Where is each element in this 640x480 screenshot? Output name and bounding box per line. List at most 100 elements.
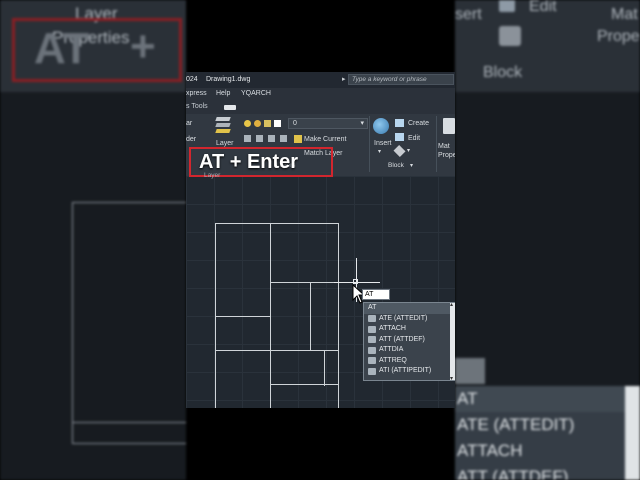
right-gray-box [455, 358, 485, 384]
right-blurred-panel: sert Edit Block Mat Prope AT ATE (ATTEDI… [455, 0, 640, 480]
autocomplete-item[interactable]: ATTREQ [364, 356, 455, 367]
sun-icon [254, 120, 261, 127]
ribbon-left-fragment: der [186, 136, 197, 143]
right-list-item: ATE (ATTEDIT) [457, 415, 575, 434]
layer-dropdown[interactable]: 0 ▾ [288, 118, 368, 129]
layer-tool-icon [244, 135, 251, 142]
make-current-button[interactable]: Make Current [304, 136, 346, 143]
edit-block-icon[interactable] [395, 133, 404, 141]
layer-tool-icon [256, 135, 263, 142]
layer-color-swatch [274, 120, 281, 127]
left-blurred-panel: Layer Properties AT + [0, 0, 186, 480]
autocomplete-item[interactable]: ATTDIA [364, 345, 455, 356]
lock-icon [264, 120, 271, 127]
right-list-item: AT [455, 386, 640, 412]
layer-tool-icons-row1[interactable] [244, 135, 300, 143]
attribute-edit-icon [368, 367, 376, 375]
autocad-window: 024 Drawing1.dwg ▸ Type a keyword or phr… [186, 72, 455, 408]
search-input[interactable]: Type a keyword or phrase [348, 74, 454, 85]
menu-item-help[interactable]: Help [216, 90, 230, 97]
left-drawing-frame [72, 202, 186, 444]
edit-block-button[interactable]: Edit [408, 135, 420, 142]
menu-item-express[interactable]: xpress [186, 90, 207, 97]
layer-properties-label: Layer [216, 140, 234, 147]
drawing-line [270, 384, 339, 385]
layer-label-under-callout: Layer [204, 172, 221, 179]
autocomplete-item[interactable]: ATI (ATTIPEDIT) [364, 366, 455, 377]
drawing-line [310, 282, 311, 350]
autocomplete-item-label: ATE (ATTEDIT) [379, 314, 428, 322]
insert-button-label[interactable]: Insert [374, 140, 392, 147]
right-list-item: ATT (ATTDEF) [457, 467, 569, 480]
layer-state-icons[interactable] [244, 120, 282, 128]
shortcut-callout-text: AT + Enter [199, 151, 299, 173]
make-current-icon[interactable] [294, 135, 302, 143]
match-properties-icon[interactable] [443, 118, 455, 134]
scroll-up-icon[interactable]: ▴ [450, 301, 453, 308]
ribbon-divider [436, 116, 437, 172]
ribbon-divider [369, 116, 370, 172]
right-mat-label: Mat [611, 6, 638, 23]
tab-dropdown-icon[interactable] [224, 105, 236, 110]
ribbon-tab-bar: s Tools [186, 101, 455, 115]
drawing-line [270, 282, 339, 283]
insert-block-icon[interactable] [373, 118, 389, 134]
autocomplete-scrollbar[interactable]: ▴ ▾ [450, 301, 455, 382]
layer-tool-icon [268, 135, 275, 142]
chevron-down-icon: ▾ [360, 120, 364, 127]
autocomplete-item-label: ATTACH [379, 325, 406, 332]
autocomplete-item[interactable]: AT [364, 303, 455, 314]
block-group-label: Block [388, 162, 404, 169]
right-insert-label: sert [455, 6, 482, 23]
right-edit-label: Edit [529, 0, 557, 15]
autocomplete-item[interactable]: ATTACH [364, 324, 455, 335]
drawing-line [215, 316, 271, 317]
left-drawing-line [72, 422, 186, 423]
drawing-line [338, 223, 339, 408]
variable-icon [368, 346, 376, 354]
title-bar: 024 Drawing1.dwg ▸ Type a keyword or phr… [186, 72, 455, 88]
layer-properties-icon[interactable] [214, 117, 232, 133]
match-properties-label[interactable]: Mat Prope [438, 142, 455, 160]
lightbulb-icon [244, 120, 251, 127]
autocomplete-item-label: ATTREQ [379, 356, 407, 364]
autocomplete-item[interactable]: ATE (ATTEDIT) [364, 314, 455, 325]
layer-dropdown-value: 0 [293, 120, 297, 127]
search-arrow-icon[interactable]: ▸ [342, 75, 346, 83]
right-block-edit-icon [499, 26, 521, 46]
create-block-button[interactable]: Create [408, 120, 429, 127]
tab-express-tools[interactable]: s Tools [186, 103, 208, 110]
variable-icon [368, 357, 376, 365]
document-title: Drawing1.dwg [206, 76, 251, 83]
scroll-down-icon[interactable]: ▾ [450, 375, 453, 382]
left-at-text: AT [34, 24, 90, 73]
menu-item-yqarch[interactable]: YQARCH [241, 90, 271, 97]
insert-chevron-icon[interactable]: ▾ [378, 148, 381, 155]
left-plus-text: + [130, 22, 156, 71]
drawing-canvas[interactable]: AT AT ATE (ATTEDIT) ATTACH ATT (ATTDEF) … [186, 176, 455, 408]
block-attribute-chevron-icon[interactable]: ▾ [407, 147, 410, 154]
dynamic-input-field[interactable]: AT [362, 289, 390, 300]
block-group-chevron-icon[interactable]: ▾ [410, 162, 413, 169]
right-autocomplete-blur: AT ATE (ATTEDIT) ATTACH ATT (ATTDEF) [455, 386, 640, 480]
drawing-line [215, 350, 339, 351]
layer-tool-icon [280, 135, 287, 142]
autocomplete-item[interactable]: ATT (ATTDEF) [364, 335, 455, 346]
create-block-icon[interactable] [395, 119, 404, 127]
right-prope-label: Prope [597, 28, 640, 45]
attribute-define-icon [368, 336, 376, 344]
autocomplete-item-label: AT [368, 304, 377, 311]
command-autocomplete-list[interactable]: AT ATE (ATTEDIT) ATTACH ATT (ATTDEF) ATT… [363, 301, 455, 382]
search-placeholder: Type a keyword or phrase [352, 76, 427, 83]
menu-bar: xpress Help YQARCH [186, 88, 455, 101]
autocomplete-item-label: ATT (ATTDEF) [379, 335, 425, 343]
title-year-fragment: 024 [186, 76, 198, 83]
drawing-line [215, 223, 339, 224]
autocomplete-item-label: ATI (ATTIPEDIT) [379, 367, 432, 374]
ribbon-left-fragment: ar [186, 120, 193, 127]
attach-icon [368, 325, 376, 333]
attribute-edit-icon [368, 315, 376, 323]
right-edit-icon [499, 0, 515, 12]
block-attribute-icon[interactable] [393, 144, 406, 158]
right-scrollbar [625, 386, 640, 480]
